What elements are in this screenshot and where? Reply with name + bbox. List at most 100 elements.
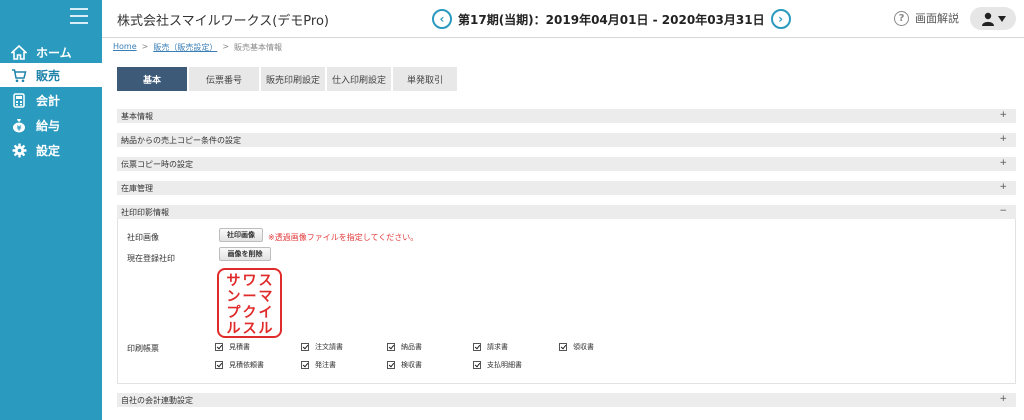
breadcrumb: Home > 販売（販売設定） > 販売基本情報 — [113, 42, 282, 53]
checkbox-checked-icon[interactable] — [301, 343, 309, 351]
tab-slip-number[interactable]: 伝票番号 — [189, 67, 259, 91]
user-icon — [981, 12, 994, 26]
settings-tabs: 基本 伝票番号 販売印刷設定 仕入印刷設定 単発取引 — [117, 67, 457, 91]
sidebar-item-label: ホーム — [36, 45, 72, 60]
prev-period-button[interactable]: ‹ — [432, 9, 452, 29]
tab-one-off-transaction[interactable]: 単発取引 — [393, 67, 457, 91]
expand-icon[interactable]: + — [999, 158, 1007, 168]
checkbox-checked-icon[interactable] — [215, 361, 223, 369]
collapse-icon[interactable]: − — [999, 206, 1007, 216]
section-basic-info[interactable]: 基本情報 + — [117, 109, 1016, 123]
fiscal-period-selector: ‹ 第17期(当期)：2019年04月01日 - 2020年03月31日 › — [432, 7, 791, 31]
checkbox-checked-icon[interactable] — [387, 343, 395, 351]
checkbox-purchase-order[interactable]: 発注書 — [301, 360, 336, 370]
section-title: 基本情報 — [121, 111, 153, 121]
checkbox-checked-icon[interactable] — [215, 343, 223, 351]
checkbox-quote-request[interactable]: 見積依頼書 — [215, 360, 264, 370]
seal-character: ク — [242, 305, 257, 321]
home-icon — [10, 44, 28, 60]
checkbox-payment-statement[interactable]: 支払明細書 — [473, 360, 522, 370]
sidebar-item-payroll[interactable]: ¥ 給与 — [0, 113, 102, 137]
checkbox-checked-icon[interactable] — [473, 343, 481, 351]
breadcrumb-current: 販売基本情報 — [234, 43, 283, 52]
seal-image-button[interactable]: 社印画像 — [219, 228, 263, 242]
seal-character: ー — [242, 289, 257, 305]
checkbox-order-acceptance[interactable]: 注文請書 — [301, 342, 343, 352]
error-message: ※透過画像ファイルを指定してください。 — [268, 233, 419, 242]
checkbox-checked-icon[interactable] — [301, 361, 309, 369]
checkbox-label: 支払明細書 — [487, 361, 522, 369]
section-slip-copy[interactable]: 伝票コピー時の設定 + — [117, 157, 1016, 171]
expand-icon[interactable]: + — [999, 134, 1007, 144]
delete-image-button[interactable]: 画像を削除 — [219, 247, 271, 261]
checkbox-inspection[interactable]: 検収書 — [387, 360, 422, 370]
checkbox-label: 見積書 — [229, 343, 250, 351]
sidebar-item-label: 販売 — [36, 68, 61, 83]
caret-down-icon — [997, 15, 1006, 22]
expand-icon[interactable]: + — [999, 394, 1007, 404]
checkbox-label: 見積依頼書 — [229, 361, 264, 369]
checkbox-quotation[interactable]: 見積書 — [215, 342, 250, 352]
company-name: 株式会社スマイルワークス(デモPro) — [117, 14, 329, 29]
sidebar-item-sales[interactable]: 販売 — [0, 63, 102, 87]
sidebar-item-label: 設定 — [36, 143, 61, 158]
sidebar-item-accounting[interactable]: 会計 — [0, 88, 102, 112]
seal-character: サ — [226, 273, 241, 289]
section-title: 伝票コピー時の設定 — [121, 159, 193, 169]
checkbox-delivery-note[interactable]: 納品書 — [387, 342, 422, 352]
chevron-right-icon: › — [778, 12, 784, 26]
checkbox-receipt[interactable]: 領収書 — [559, 342, 594, 352]
breadcrumb-home[interactable]: Home — [113, 42, 137, 53]
question-icon: ? — [894, 10, 909, 26]
section-accounting-link[interactable]: 自社の会計連動設定 + — [117, 393, 1016, 407]
sidebar-item-settings[interactable]: 設定 — [0, 138, 102, 162]
seal-character: ス — [242, 321, 257, 337]
checkbox-label: 請求書 — [487, 343, 508, 351]
top-header: 株式会社スマイルワークス(デモPro) ‹ 第17期(当期)：2019年04月0… — [102, 0, 1024, 38]
seal-character: ル — [226, 321, 241, 337]
calculator-icon — [10, 92, 28, 108]
section-inventory[interactable]: 在庫管理 + — [117, 181, 1016, 195]
checkbox-invoice[interactable]: 請求書 — [473, 342, 508, 352]
breadcrumb-separator: > — [141, 42, 149, 51]
checkbox-checked-icon[interactable] — [387, 361, 395, 369]
section-title: 社印印影情報 — [121, 207, 169, 217]
checkbox-checked-icon[interactable] — [473, 361, 481, 369]
section-title: 在庫管理 — [121, 183, 153, 193]
next-period-button[interactable]: › — [770, 9, 791, 29]
seal-character: ワ — [242, 273, 257, 289]
seal-column-3: サンプル — [226, 273, 242, 337]
breadcrumb-separator: > — [222, 42, 230, 51]
expand-icon[interactable]: + — [999, 110, 1007, 120]
svg-text:¥: ¥ — [17, 124, 22, 132]
money-bag-icon: ¥ — [10, 117, 28, 133]
expand-icon[interactable]: + — [999, 182, 1007, 192]
checkbox-label: 検収書 — [401, 361, 422, 369]
fiscal-period-text: 第17期(当期)：2019年04月01日 - 2020年03月31日 — [458, 12, 765, 27]
user-menu-button[interactable] — [970, 7, 1016, 30]
gear-icon — [10, 142, 28, 158]
seal-character: マ — [258, 289, 273, 305]
section-title: 納品からの売上コピー条件の設定 — [121, 135, 241, 145]
seal-character: ス — [258, 273, 273, 289]
tab-sales-print-settings[interactable]: 販売印刷設定 — [261, 67, 325, 91]
seal-column-1: スマイル — [258, 273, 274, 337]
seal-image-label: 社印画像 — [127, 233, 159, 242]
section-seal-print[interactable]: 社印印影情報 − — [117, 205, 1016, 219]
checkbox-label: 納品書 — [401, 343, 422, 351]
checkbox-checked-icon[interactable] — [559, 343, 567, 351]
checkbox-label: 発注書 — [315, 361, 336, 369]
company-seal-image: サンプル ワークス スマイル — [217, 268, 282, 338]
seal-character: ル — [258, 321, 273, 337]
tab-purchase-print-settings[interactable]: 仕入印刷設定 — [327, 67, 391, 91]
seal-column-2: ワークス — [242, 273, 258, 337]
seal-character: プ — [226, 305, 241, 321]
tab-basic[interactable]: 基本 — [117, 67, 187, 91]
sidebar-item-home[interactable]: ホーム — [0, 40, 102, 64]
section-delivery-copy[interactable]: 納品からの売上コピー条件の設定 + — [117, 133, 1016, 147]
help-button[interactable]: ? 画面解説 — [894, 10, 959, 26]
hamburger-menu-icon[interactable] — [70, 8, 88, 24]
print-docs-label: 印刷帳票 — [127, 344, 159, 353]
checkbox-label: 注文請書 — [315, 343, 343, 351]
breadcrumb-sales-settings[interactable]: 販売（販売設定） — [153, 42, 217, 53]
